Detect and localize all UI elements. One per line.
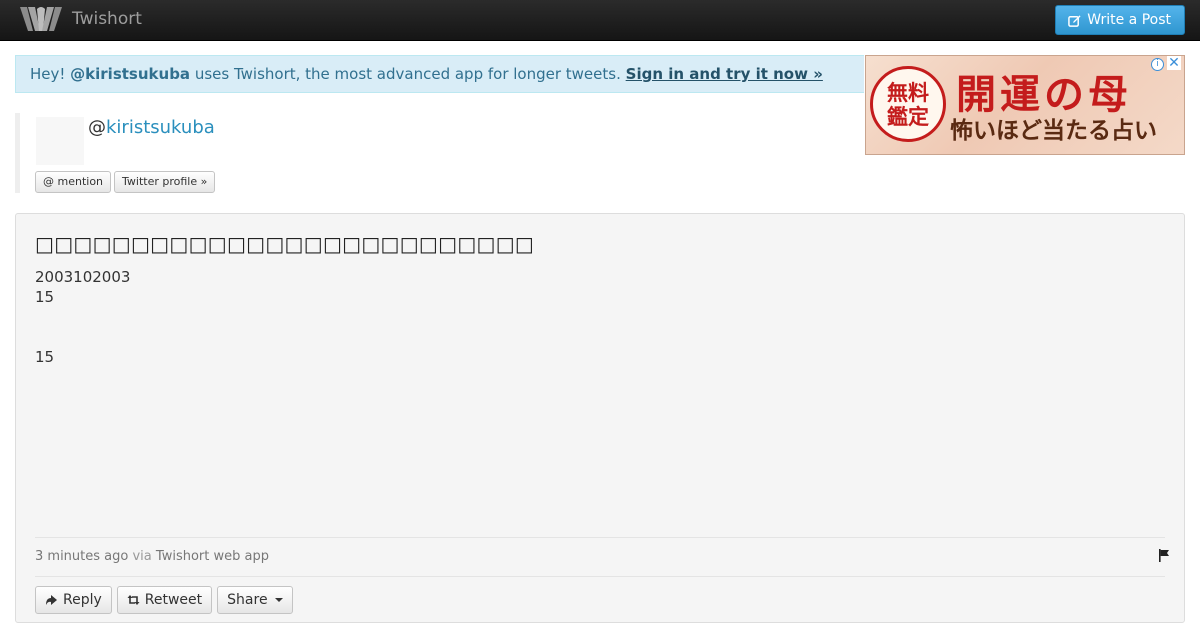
- write-post-label: Write a Post: [1087, 12, 1171, 28]
- post-title: □□□□□□□□□□□□□□□□□□□□□□□□□□: [35, 232, 535, 256]
- reply-icon: [46, 595, 57, 605]
- post-meta: 3 minutes ago via Twishort web app: [35, 549, 269, 564]
- brand-name[interactable]: Twishort: [72, 9, 142, 29]
- post-line: [35, 327, 130, 347]
- advertisement-banner[interactable]: 無料 鑑定 開運の母 怖いほど当たる占い i ✕: [865, 55, 1185, 155]
- ad-seal-line1: 無料: [887, 81, 929, 105]
- write-post-button[interactable]: Write a Post: [1055, 5, 1185, 35]
- post-time[interactable]: 3 minutes ago: [35, 549, 128, 564]
- profile-handle: @kiristsukuba: [88, 117, 215, 138]
- share-label: Share: [227, 592, 268, 608]
- via-label: via: [132, 549, 152, 564]
- post-line: 15: [35, 348, 55, 366]
- reply-label: Reply: [63, 592, 102, 608]
- twishort-logo-icon[interactable]: [18, 5, 64, 33]
- ad-seal: 無料 鑑定: [870, 66, 946, 142]
- post-line: [35, 307, 130, 327]
- post-line: 15: [35, 288, 55, 306]
- caret-down-icon: [274, 598, 283, 602]
- mention-button[interactable]: @ mention: [35, 171, 112, 193]
- divider: [35, 537, 1165, 538]
- retweet-icon: [127, 595, 140, 605]
- twitter-profile-button[interactable]: Twitter profile »: [114, 171, 216, 193]
- avatar[interactable]: [36, 117, 84, 165]
- at-symbol: @: [88, 117, 106, 138]
- ad-close-icon[interactable]: ✕: [1167, 56, 1181, 70]
- username-link[interactable]: kiristsukuba: [106, 117, 215, 138]
- post-panel: □□□□□□□□□□□□□□□□□□□□□□□□□□ 2003102003 15…: [15, 213, 1185, 623]
- post-actions: Reply Retweet Share: [35, 586, 293, 614]
- alert-prefix: Hey!: [30, 65, 71, 83]
- via-app: Twishort web app: [155, 549, 269, 564]
- ad-subline: 怖いほど当たる占い: [950, 117, 1157, 144]
- top-navbar: Twishort Write a Post: [0, 0, 1200, 41]
- retweet-button[interactable]: Retweet: [116, 586, 213, 614]
- alert-message: uses Twishort, the most advanced app for…: [190, 65, 626, 83]
- signin-link[interactable]: Sign in and try it now »: [626, 65, 823, 83]
- ad-info-icon[interactable]: i: [1151, 58, 1164, 71]
- reply-button[interactable]: Reply: [35, 586, 112, 614]
- flag-icon[interactable]: [1158, 549, 1170, 562]
- share-dropdown-button[interactable]: Share: [217, 586, 293, 614]
- post-line: 2003102003: [35, 268, 131, 286]
- profile-block: @kiristsukuba @ mention Twitter profile …: [15, 113, 345, 193]
- ad-seal-line2: 鑑定: [887, 105, 929, 129]
- edit-icon: [1068, 14, 1081, 27]
- divider: [35, 576, 1165, 577]
- retweet-label: Retweet: [144, 592, 203, 608]
- post-body: 2003102003 15 15: [35, 267, 130, 367]
- alert-username: @kiristsukuba: [70, 65, 191, 83]
- signin-alert: Hey! @kiristsukuba uses Twishort, the mo…: [15, 55, 864, 93]
